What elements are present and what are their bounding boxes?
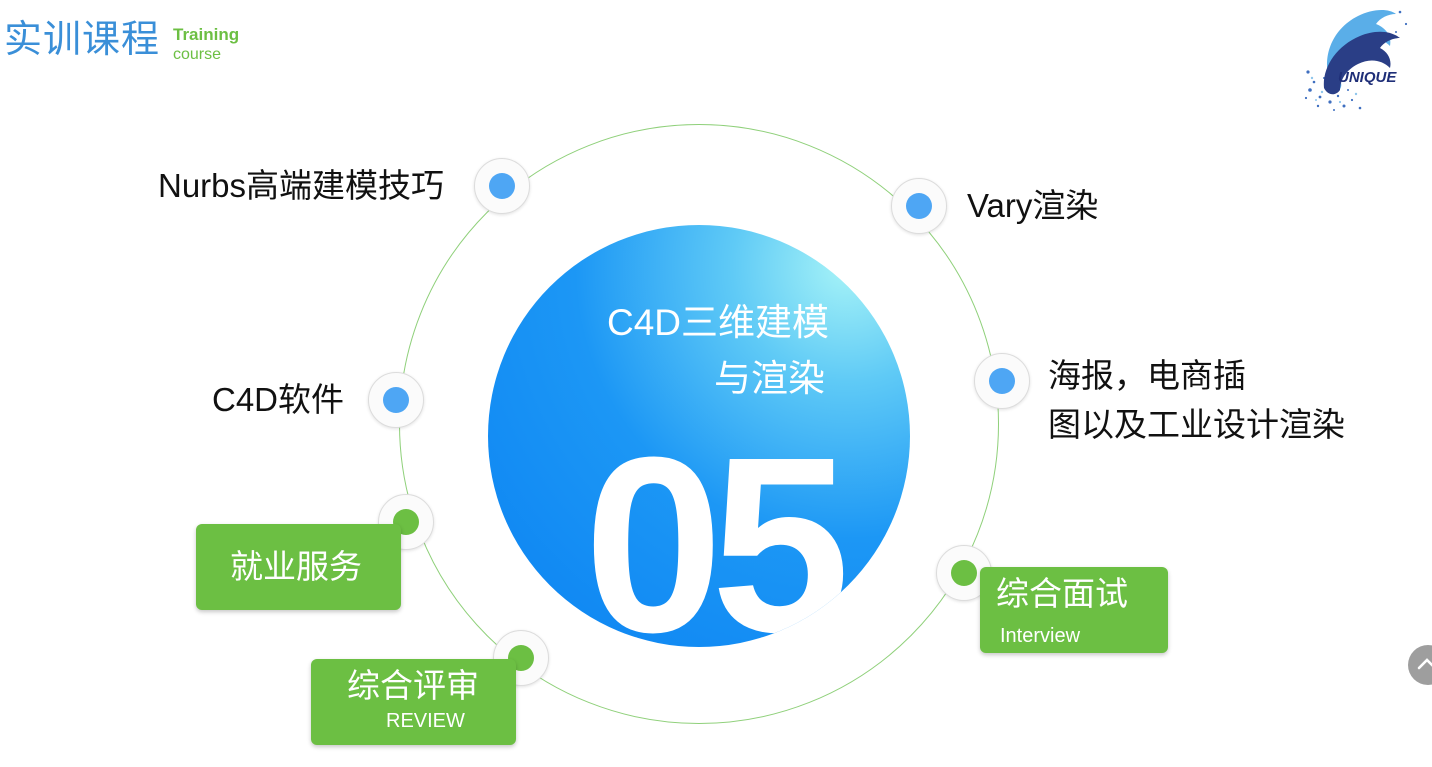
label-nurbs: Nurbs高端建模技巧 — [158, 167, 445, 204]
node-dot-inner — [383, 387, 409, 413]
box-review-sub: REVIEW — [386, 710, 465, 732]
page-title-en-line2: course — [173, 46, 222, 63]
box-review: 综合评审 REVIEW — [311, 659, 516, 745]
logo: UNIQUE — [1300, 2, 1412, 114]
chevron-up-icon — [1417, 658, 1432, 670]
logo-text: UNIQUE — [1338, 69, 1397, 86]
center-title-line2: 与渲染 — [714, 358, 825, 399]
page-title: 实训课程 — [4, 19, 161, 61]
box-interview-sub: Interview — [1000, 625, 1081, 647]
node-dot-nurbs — [474, 158, 530, 214]
label-poster-line2: 图以及工业设计渲染 — [1048, 406, 1345, 443]
box-interview-label: 综合面试 — [996, 575, 1128, 612]
course-number: 05 — [584, 405, 850, 648]
dolphin-logo-icon: UNIQUE — [1304, 10, 1408, 111]
label-vary: Vary渲染 — [967, 187, 1099, 224]
box-employment: 就业服务 — [196, 524, 401, 610]
label-c4d: C4D软件 — [212, 381, 345, 418]
node-dot-poster — [974, 353, 1030, 409]
node-dot-inner — [989, 368, 1015, 394]
center-title-line1: C4D三维建模 — [606, 302, 829, 343]
box-employment-label: 就业服务 — [230, 548, 362, 585]
page-title-en-line1: Training — [173, 25, 240, 44]
node-dot-c4d — [368, 372, 424, 428]
box-review-label: 综合评审 — [347, 667, 479, 704]
label-poster-line1: 海报，电商插 — [1048, 357, 1246, 394]
node-dot-vary — [891, 178, 947, 234]
scroll-top-button[interactable] — [1408, 645, 1432, 685]
box-interview: 综合面试 Interview — [980, 567, 1168, 653]
node-dot-inner — [906, 193, 932, 219]
node-dot-inner — [951, 560, 977, 586]
node-dot-inner — [489, 173, 515, 199]
center-circle: C4D三维建模 与渲染 05 — [488, 225, 910, 647]
